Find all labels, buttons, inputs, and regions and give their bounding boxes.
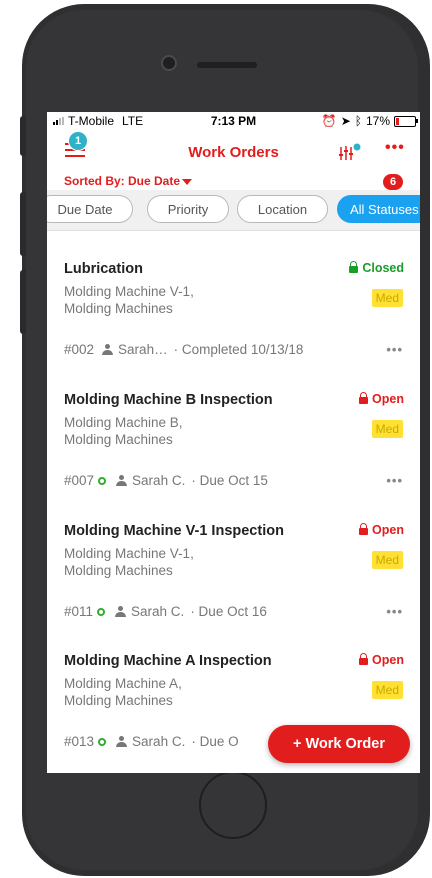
add-work-order-button[interactable]: + Work Order xyxy=(268,725,410,763)
assignee: Sarah… xyxy=(118,342,168,357)
due-info: · Due O xyxy=(191,734,239,749)
app-screen: T-Mobile LTE 7:13 PM ⏰ ➤ ᛒ 17% 1 Work Or… xyxy=(47,112,420,773)
volume-up-button xyxy=(20,192,26,256)
more-options-button[interactable]: ••• xyxy=(385,140,405,156)
card-more-button[interactable]: ••• xyxy=(386,604,403,619)
work-order-title: Lubrication xyxy=(64,261,143,277)
work-order-meta: #002 Sarah… · Completed 10/13/18 xyxy=(64,342,303,357)
status-bar: T-Mobile LTE 7:13 PM ⏰ ➤ ᛒ 17% xyxy=(47,112,420,130)
lock-icon xyxy=(359,523,369,535)
work-order-title: Molding Machine V-1 Inspection xyxy=(64,523,284,539)
status-label: Open xyxy=(372,523,404,537)
status-label: Open xyxy=(372,392,404,406)
work-order-location: Molding Machine A, Molding Machines xyxy=(64,675,294,709)
location-line: Molding Machine B, xyxy=(64,415,183,430)
bluetooth-icon: ᛒ xyxy=(354,114,362,128)
app-bar: 1 Work Orders ••• xyxy=(47,130,420,166)
work-order-card[interactable]: Lubrication Molding Machine V-1, Molding … xyxy=(47,246,420,378)
location-line: Molding Machines xyxy=(64,432,173,447)
work-order-meta: #013 Sarah C. · Due O xyxy=(64,734,239,749)
filter-sliders-icon xyxy=(339,143,361,160)
repeat-icon xyxy=(98,737,107,746)
assignee: Sarah C. xyxy=(131,604,185,619)
person-icon xyxy=(116,475,128,486)
person-icon xyxy=(115,606,127,617)
location-line: Molding Machines xyxy=(64,563,173,578)
lock-icon xyxy=(359,392,369,404)
result-count-badge: 6 xyxy=(383,174,403,190)
work-order-id: #011 xyxy=(64,604,94,619)
location-line: Molding Machines xyxy=(64,693,173,708)
location-line: Molding Machine V-1, xyxy=(64,546,194,561)
status-badge: Open xyxy=(359,653,404,667)
work-order-id: #007 xyxy=(64,473,95,488)
priority-badge: Med xyxy=(371,681,403,699)
sort-label: Sorted By: Due Date xyxy=(64,174,181,188)
earpiece-speaker xyxy=(197,62,257,68)
work-order-location: Molding Machine B, Molding Machines xyxy=(64,414,294,448)
assignee: Sarah C. xyxy=(132,734,186,749)
home-button[interactable] xyxy=(199,771,267,839)
card-more-button[interactable]: ••• xyxy=(386,342,403,357)
alarm-icon: ⏰ xyxy=(321,114,337,128)
repeat-icon xyxy=(98,476,107,485)
battery-percent: 17% xyxy=(365,114,390,128)
work-order-meta: #011 Sarah C. · Due Oct 16 xyxy=(64,604,267,619)
work-order-id: #013 xyxy=(64,734,95,749)
lock-icon xyxy=(359,653,369,665)
priority-badge: Med xyxy=(371,551,403,569)
work-order-card[interactable]: Molding Machine V-1 Inspection Molding M… xyxy=(47,508,420,639)
work-order-title: Molding Machine A Inspection xyxy=(64,653,272,669)
filter-chip-row: Due Date Priority Location All Statuses xyxy=(47,190,420,231)
work-order-id: #002 xyxy=(64,342,95,357)
status-badge: Open xyxy=(359,523,404,537)
sort-bar: Sorted By: Due Date 6 xyxy=(47,166,420,190)
page-title: Work Orders xyxy=(188,144,279,161)
work-order-meta: #007 Sarah C. · Due Oct 15 xyxy=(64,473,268,488)
repeat-icon xyxy=(97,607,106,616)
card-more-button[interactable]: ••• xyxy=(386,473,403,488)
caret-down-icon xyxy=(182,178,193,185)
work-order-location: Molding Machine V-1, Molding Machines xyxy=(64,283,294,317)
sort-dropdown[interactable]: Sorted By: Due Date xyxy=(64,174,193,188)
chip-due-date[interactable]: Due Date xyxy=(47,195,133,223)
lock-icon xyxy=(349,261,359,273)
status-label: Open xyxy=(372,653,404,667)
volume-down-button xyxy=(20,270,26,334)
chip-all-statuses[interactable]: All Statuses xyxy=(337,195,420,223)
location-arrow-icon: ➤ xyxy=(340,114,351,128)
assignee: Sarah C. xyxy=(132,473,186,488)
battery-icon xyxy=(394,115,418,127)
status-label: Closed xyxy=(362,261,404,275)
location-line: Molding Machine V-1, xyxy=(64,284,194,299)
filter-sliders-button[interactable] xyxy=(337,142,361,162)
person-icon xyxy=(116,736,128,747)
chip-priority[interactable]: Priority xyxy=(147,195,229,223)
chip-location[interactable]: Location xyxy=(237,195,328,223)
location-line: Molding Machines xyxy=(64,301,173,316)
priority-badge: Med xyxy=(371,420,403,438)
mute-switch xyxy=(20,116,26,156)
front-camera xyxy=(161,55,177,71)
due-info: · Due Oct 15 xyxy=(191,473,268,488)
due-info: · Completed 10/13/18 xyxy=(173,342,304,357)
due-info: · Due Oct 16 xyxy=(190,604,267,619)
person-icon xyxy=(102,344,114,355)
location-line: Molding Machine A, xyxy=(64,676,182,691)
work-order-card[interactable]: Molding Machine B Inspection Molding Mac… xyxy=(47,377,420,509)
status-badge: Closed xyxy=(349,261,404,275)
work-order-title: Molding Machine B Inspection xyxy=(64,392,273,408)
priority-badge: Med xyxy=(371,289,403,307)
status-badge: Open xyxy=(359,392,404,406)
work-order-location: Molding Machine V-1, Molding Machines xyxy=(64,545,294,579)
